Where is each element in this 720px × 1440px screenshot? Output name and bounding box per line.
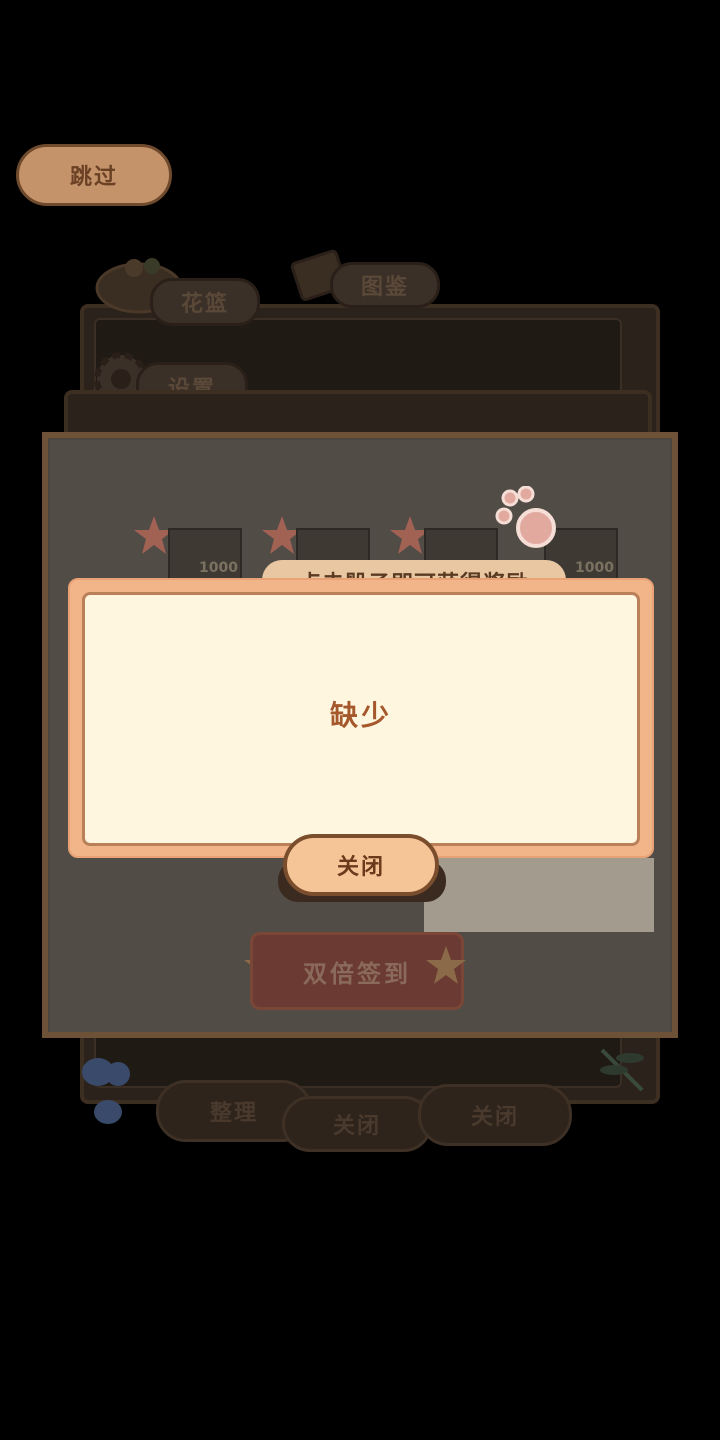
close-button[interactable]: 关闭: [283, 834, 439, 896]
star-icon: [426, 946, 466, 984]
alert-message: 缺少: [329, 699, 392, 732]
butterfly-icon: [82, 1058, 130, 1124]
close-button-background[interactable]: 关闭: [282, 1096, 432, 1152]
reward-card[interactable]: 1000: [168, 528, 242, 580]
tab-basket[interactable]: 花篮: [150, 278, 260, 326]
dim-highlight-area: [424, 858, 654, 932]
tab-album[interactable]: 图鉴: [330, 262, 440, 308]
paw-icon: [495, 486, 556, 548]
close-button-background-2[interactable]: 关闭: [418, 1084, 572, 1146]
dragonfly-icon: [600, 1048, 644, 1092]
skip-button[interactable]: 跳过: [16, 144, 172, 206]
